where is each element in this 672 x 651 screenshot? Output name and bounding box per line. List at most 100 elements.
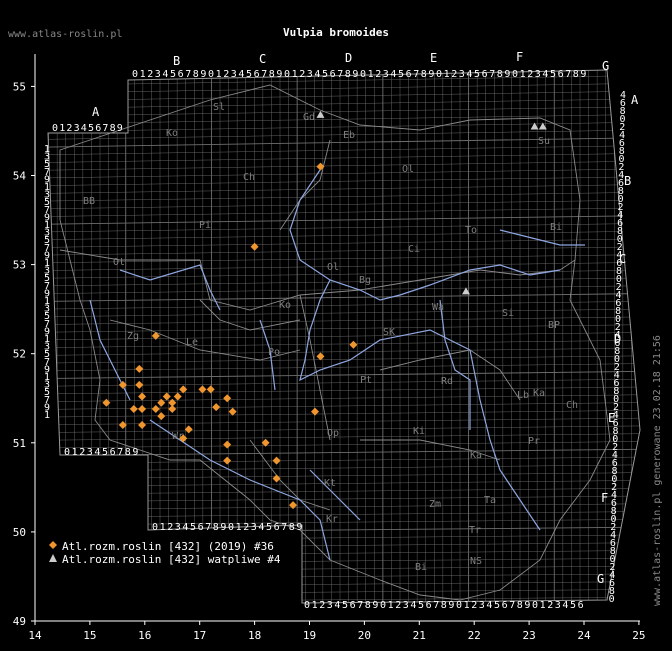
region-label: Zg	[127, 331, 139, 342]
x-tick-label: 18	[248, 629, 261, 642]
column-digit: 0	[52, 123, 58, 134]
record-confirmed	[135, 380, 144, 389]
region-label: To	[465, 225, 477, 236]
column-digit: 3	[251, 522, 257, 533]
column-digit: 8	[110, 123, 116, 134]
column-digit: 1	[520, 69, 526, 80]
column-digit: 1	[72, 447, 78, 458]
region-label: Ot	[113, 257, 125, 268]
column-digit: 0	[64, 447, 70, 458]
column-digit: 3	[327, 600, 333, 611]
column-digit: 6	[178, 69, 184, 80]
legend-label-confirmed: Atl.rozm.roslin [432] (2019) #36	[62, 540, 274, 553]
column-digit: 6	[578, 600, 584, 611]
column-digit: 5	[246, 69, 252, 80]
column-digit: 1	[160, 522, 166, 533]
legend-item-doubtful: Atl.rozm.roslin [432] watpliwe #4	[48, 553, 281, 566]
column-digit: 0	[360, 69, 366, 80]
region-label: Zm	[429, 499, 441, 510]
column-digit: 2	[243, 522, 249, 533]
row-digit: 0	[609, 594, 615, 605]
region-label: Su	[538, 136, 550, 147]
column-digit: 4	[542, 69, 548, 80]
region-label: Op	[327, 428, 339, 439]
column-letter: C	[259, 52, 266, 66]
column-digit: 3	[459, 69, 465, 80]
record-confirmed	[138, 404, 147, 413]
x-tick-label: 15	[83, 629, 96, 642]
column-digit: 4	[466, 69, 472, 80]
y-tick-label: 51	[13, 437, 26, 450]
column-digit: 6	[274, 522, 280, 533]
column-digit: 6	[330, 69, 336, 80]
column-digit: 8	[573, 69, 579, 80]
record-confirmed	[272, 456, 281, 465]
column-digit: 7	[261, 69, 267, 80]
record-confirmed	[173, 392, 182, 401]
column-digit: 1	[292, 69, 298, 80]
column-digit: 8	[497, 69, 503, 80]
column-digit: 9	[504, 69, 510, 80]
column-digit: 9	[276, 69, 282, 80]
column-digit: 2	[451, 69, 457, 80]
region-label: Le	[186, 337, 198, 348]
column-digit: 9	[428, 69, 434, 80]
column-digit: 7	[185, 69, 191, 80]
column-digit: 2	[319, 600, 325, 611]
region-label: Ta	[484, 495, 496, 506]
record-confirmed	[223, 456, 232, 465]
region-label: BP	[548, 320, 560, 331]
column-digit: 7	[565, 69, 571, 80]
column-digit: 2	[471, 600, 477, 611]
column-digit: 8	[193, 69, 199, 80]
column-letter: D	[345, 51, 352, 65]
column-digit: 6	[502, 600, 508, 611]
column-letter: E	[430, 51, 437, 65]
row-letter: G	[597, 572, 604, 586]
x-tick-label: 25	[632, 629, 645, 642]
column-digit: 5	[550, 69, 556, 80]
region-label: SK	[383, 327, 395, 338]
region-label: Ko	[279, 300, 291, 311]
column-digit: 3	[403, 600, 409, 611]
column-digit: 5	[398, 69, 404, 80]
column-digit: 5	[102, 447, 108, 458]
column-digit: 2	[375, 69, 381, 80]
y-tick-label: 49	[13, 615, 26, 628]
record-confirmed	[316, 162, 325, 171]
region-label: Ci	[408, 244, 420, 255]
column-digit: 0	[208, 69, 214, 80]
column-digit: 2	[527, 69, 533, 80]
boundary-line	[279, 139, 331, 231]
column-digit: 6	[482, 69, 488, 80]
column-digit: 7	[413, 69, 419, 80]
column-digit: 4	[334, 600, 340, 611]
column-digit: 7	[117, 447, 123, 458]
column-digit: 4	[81, 123, 87, 134]
record-confirmed	[289, 501, 298, 510]
column-digit: 5	[474, 69, 480, 80]
region-label: BB	[83, 196, 95, 207]
region-label: Lb	[517, 390, 529, 401]
region-label: Kt	[324, 478, 336, 489]
legend-label-doubtful: Atl.rozm.roslin [432] watpliwe #4	[62, 553, 281, 566]
x-tick-label: 23	[522, 629, 535, 642]
column-digit: 1	[388, 600, 394, 611]
column-digit: 1	[444, 69, 450, 80]
region-label: Pt	[360, 375, 372, 386]
column-digit: 5	[322, 69, 328, 80]
record-confirmed	[223, 394, 232, 403]
column-digit: 4	[486, 600, 492, 611]
column-digit: 1	[312, 600, 318, 611]
legend: Atl.rozm.roslin [432] (2019) #36 Atl.roz…	[48, 540, 281, 566]
column-digit: 0	[380, 600, 386, 611]
column-digit: 2	[79, 447, 85, 458]
column-digit: 4	[162, 69, 168, 80]
column-digit: 9	[132, 447, 138, 458]
column-digit: 0	[532, 600, 538, 611]
column-digit: 1	[368, 69, 374, 80]
column-digit: 6	[350, 600, 356, 611]
column-digit: 2	[66, 123, 72, 134]
column-digit: 4	[390, 69, 396, 80]
column-digit: 8	[421, 69, 427, 80]
